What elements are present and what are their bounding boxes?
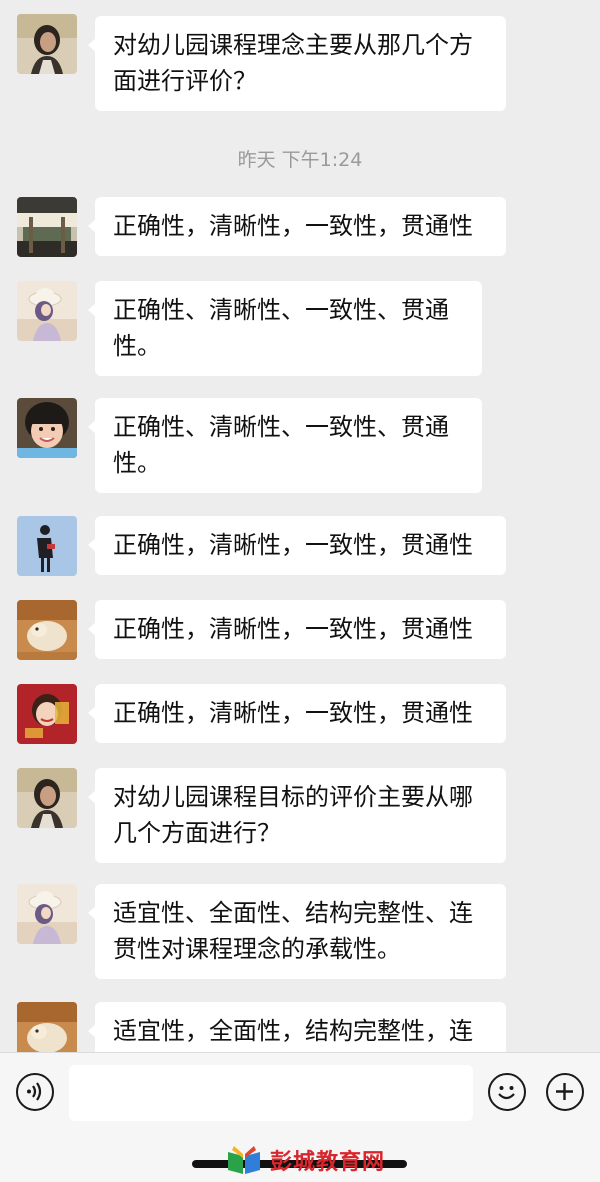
avatar-girl-hat[interactable] bbox=[17, 281, 77, 341]
message-input[interactable] bbox=[69, 1065, 473, 1121]
avatar-woman-portrait[interactable] bbox=[17, 14, 77, 74]
watermark: 彭城教育网 bbox=[226, 1143, 385, 1177]
avatar-figure-blue[interactable] bbox=[17, 516, 77, 576]
message-bubble[interactable]: 正确性、清晰性、一致性、贯通性。 bbox=[88, 281, 482, 376]
avatar-child-face[interactable] bbox=[17, 398, 77, 458]
plus-icon[interactable] bbox=[546, 1073, 584, 1111]
message-bubble[interactable]: 正确性、清晰性、一致性、贯通性。 bbox=[88, 398, 482, 493]
message-bubble[interactable]: 正确性，清晰性，一致性，贯通性 bbox=[88, 197, 506, 256]
chat-history[interactable]: 对幼儿园课程理念主要从那几个方面进行评价？ 昨天 下午1:24 正确性，清晰性，… bbox=[0, 0, 600, 1052]
avatar-red-cartoon[interactable] bbox=[17, 684, 77, 744]
message-bubble[interactable]: 适宜性、全面性、结构完整性、连贯性对课程理念的承载性。 bbox=[88, 884, 506, 979]
message-bubble[interactable]: 对幼儿园课程目标的评价主要从哪几个方面进行？ bbox=[88, 768, 506, 863]
book-logo-icon bbox=[228, 1146, 260, 1174]
message-bubble[interactable]: 适宜性，全面性，结构完整性，连 bbox=[88, 1002, 506, 1052]
timestamp: 昨天 下午1:24 bbox=[237, 149, 363, 171]
watermark-text: 彭城教育网 bbox=[270, 1149, 386, 1174]
message-bubble[interactable]: 正确性，清晰性，一致性，贯通性 bbox=[88, 684, 506, 743]
message-bubble[interactable]: 对幼儿园课程理念主要从那几个方面进行评价？ bbox=[88, 16, 506, 111]
avatar-pet-photo[interactable] bbox=[17, 1002, 77, 1052]
message-bubble[interactable]: 正确性，清晰性，一致性，贯通性 bbox=[88, 600, 506, 659]
avatar-room-scene[interactable] bbox=[17, 197, 77, 257]
avatar-girl-hat[interactable] bbox=[17, 884, 77, 944]
avatar-pet-photo[interactable] bbox=[17, 600, 77, 660]
emoji-icon[interactable] bbox=[488, 1073, 526, 1111]
message-bubble[interactable]: 正确性，清晰性，一致性，贯通性 bbox=[88, 516, 506, 575]
voice-icon[interactable] bbox=[16, 1073, 54, 1111]
avatar-woman-portrait[interactable] bbox=[17, 768, 77, 828]
